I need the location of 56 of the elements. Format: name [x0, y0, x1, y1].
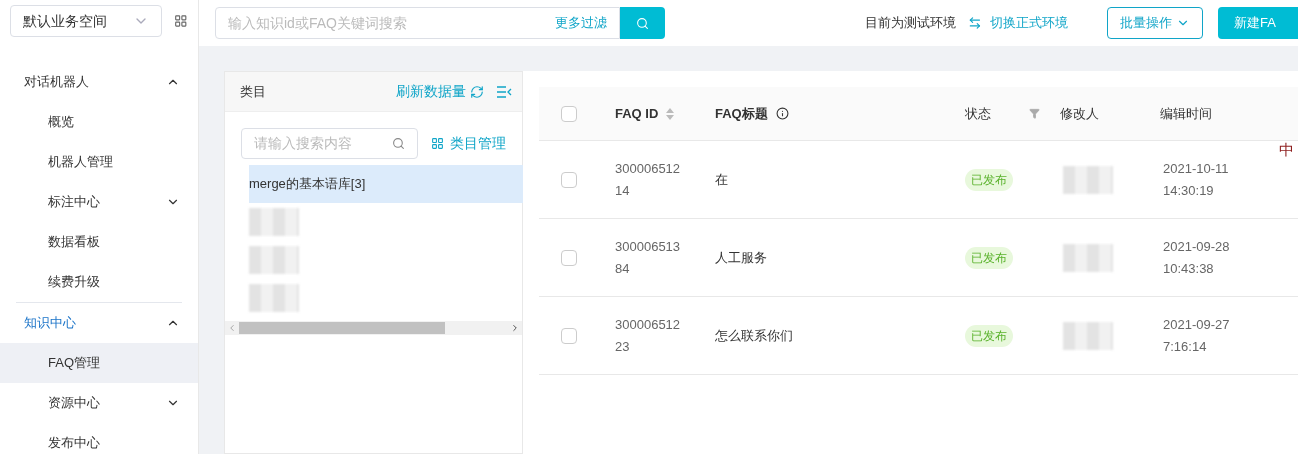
search-icon	[392, 137, 405, 150]
column-header: 状态	[965, 104, 992, 123]
faq-title-cell-text: 怎么联系你们	[715, 326, 794, 345]
sidebar-item[interactable]: 机器人管理	[0, 142, 198, 182]
sort-icon	[666, 107, 675, 120]
redacted-block	[1063, 321, 1113, 350]
scroll-right-icon[interactable]	[510, 323, 520, 333]
grid-icon[interactable]	[174, 14, 188, 28]
panel-title: 类目	[240, 82, 267, 101]
status-tag: 已发布	[965, 168, 1013, 191]
redacted-block	[1063, 243, 1113, 272]
scroll-left-icon[interactable]	[227, 323, 237, 333]
status-tag: 已发布	[965, 246, 1013, 269]
sidebar-item[interactable]: 数据看板	[0, 222, 198, 262]
environment-label: 目前为测试环境	[865, 14, 957, 33]
redacted-block	[249, 208, 299, 236]
edit-time-cell-text: 2021-09-27 7:16:14	[1163, 315, 1230, 356]
grid-icon	[431, 137, 444, 150]
sidebar-item[interactable]: 标注中心	[0, 182, 198, 222]
faq-id-cell-text: 300006512 14	[615, 159, 682, 200]
column-header: FAQ标题	[715, 103, 965, 124]
faq-id-cell-text: 300006513 84	[615, 237, 682, 278]
filter-icon[interactable]	[1029, 108, 1040, 119]
collapse-icon[interactable]	[496, 85, 512, 98]
column-header: 编辑时间	[1160, 104, 1213, 123]
faq-title-cell-text: 人工服务	[715, 248, 768, 267]
status-tag: 已发布	[965, 324, 1013, 347]
sidebar-group[interactable]: 知识中心	[0, 303, 198, 343]
sidebar-item[interactable]: FAQ管理	[0, 343, 198, 383]
category-item[interactable]: merge的基本语库[3]	[249, 165, 523, 203]
faq-id-cell-text: 300006512 23	[615, 315, 682, 356]
sidebar-item[interactable]: 发布中心	[0, 423, 198, 454]
workspace-select[interactable]: 默认业务空间	[10, 5, 163, 37]
redacted-block	[249, 284, 299, 312]
info-icon	[775, 107, 789, 120]
edit-time-cell-text: 2021-09-28 10:43:38	[1163, 237, 1230, 278]
row-checkbox[interactable]	[561, 171, 577, 188]
horizontal-scrollbar[interactable]	[225, 321, 522, 335]
sidebar-item[interactable]: 续费升级	[0, 262, 198, 302]
column-header[interactable]: FAQ ID	[615, 103, 715, 124]
faq-title-cell-text: 在	[715, 170, 729, 189]
row-checkbox[interactable]	[561, 249, 577, 266]
floating-widget[interactable]: 中	[1279, 139, 1294, 162]
sidebar-group[interactable]: 对话机器人	[0, 62, 198, 102]
edit-time-cell-text: 2021-10-11 14:30:19	[1163, 159, 1229, 200]
select-all-checkbox[interactable]	[561, 105, 577, 122]
search-icon	[636, 16, 650, 30]
search-button[interactable]	[620, 7, 666, 39]
redacted-block	[249, 246, 299, 274]
column-header: 修改人	[1060, 104, 1100, 123]
row-checkbox[interactable]	[561, 327, 577, 344]
redacted-block	[1063, 165, 1113, 194]
refresh-icon	[470, 84, 484, 99]
sidebar-item[interactable]: 概览	[0, 102, 198, 142]
swap-icon	[968, 16, 983, 30]
sidebar-item[interactable]: 资源中心	[0, 383, 198, 423]
